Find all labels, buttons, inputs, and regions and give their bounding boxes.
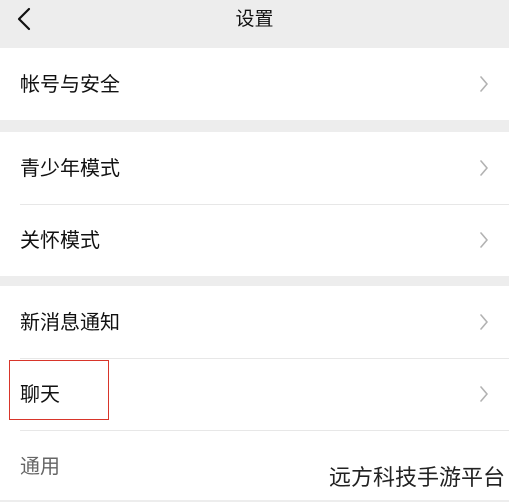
settings-item-label: 新消息通知 <box>20 310 120 334</box>
chevron-right-icon <box>480 314 488 330</box>
settings-item-teen-mode[interactable]: 青少年模式 <box>0 132 509 204</box>
watermark-text: 远方科技手游平台 <box>326 464 507 494</box>
highlight-annotation-box <box>9 360 109 420</box>
settings-item-label: 通用 <box>20 454 60 478</box>
settings-item-notifications[interactable]: 新消息通知 <box>0 286 509 358</box>
settings-item-label: 帐号与安全 <box>20 72 120 96</box>
settings-item-care-mode[interactable]: 关怀模式 <box>0 204 509 276</box>
chevron-right-icon <box>480 232 488 248</box>
chevron-right-icon <box>480 160 488 176</box>
nav-header: 设置 <box>0 0 509 48</box>
settings-item-account-security[interactable]: 帐号与安全 <box>0 48 509 120</box>
page-title: 设置 <box>235 8 274 30</box>
settings-item-label: 关怀模式 <box>20 228 100 252</box>
settings-group-account: 帐号与安全 <box>0 48 509 120</box>
settings-group-modes: 青少年模式 关怀模式 <box>0 132 509 276</box>
chevron-right-icon <box>480 386 488 402</box>
chevron-right-icon <box>480 76 488 92</box>
settings-item-label: 青少年模式 <box>20 156 120 180</box>
